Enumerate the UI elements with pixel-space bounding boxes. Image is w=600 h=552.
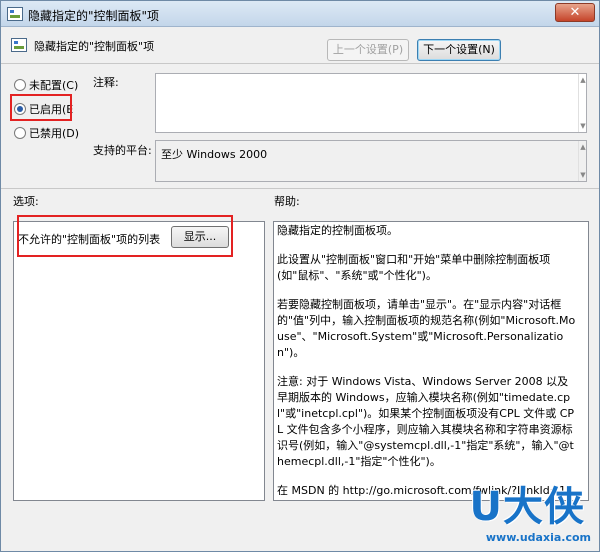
platform-value: 至少 Windows 2000 bbox=[161, 148, 268, 161]
title-bar: 隐藏指定的"控制面板"项 ✕ bbox=[1, 1, 599, 27]
section-divider bbox=[1, 188, 599, 189]
previous-setting-button[interactable]: 上一个设置(P) bbox=[327, 39, 409, 61]
window-title: 隐藏指定的"控制面板"项 bbox=[28, 9, 160, 23]
watermark-brand: U大侠 bbox=[469, 484, 585, 530]
help-label: 帮助: bbox=[274, 195, 300, 208]
highlight-box-enabled bbox=[10, 94, 72, 121]
options-label: 选项: bbox=[13, 195, 39, 208]
radio-label: 未配置(C) bbox=[29, 79, 79, 92]
policy-icon bbox=[7, 7, 23, 21]
radio-disabled[interactable]: 已禁用(D) bbox=[14, 125, 79, 141]
policy-window: 隐藏指定的"控制面板"项 ✕ 隐藏指定的"控制面板"项 上一个设置(P) 下一个… bbox=[0, 0, 600, 552]
radio-button[interactable] bbox=[14, 79, 26, 91]
help-paragraph: 隐藏指定的控制面板项。 bbox=[277, 224, 398, 237]
help-text: 隐藏指定的控制面板项。 此设置从"控制面板"窗口和"开始"菜单中删除控制面板项(… bbox=[277, 223, 579, 500]
help-panel: 隐藏指定的控制面板项。 此设置从"控制面板"窗口和"开始"菜单中删除控制面板项(… bbox=[273, 221, 589, 501]
platform-scrollbar[interactable]: ▲ ▼ bbox=[578, 141, 586, 181]
watermark-logo: U大侠 www.udaxia.com bbox=[453, 474, 593, 546]
comment-scrollbar[interactable]: ▲ ▼ bbox=[578, 74, 586, 132]
scroll-up-icon[interactable]: ▲ bbox=[579, 143, 587, 151]
scroll-down-icon[interactable]: ▼ bbox=[579, 122, 587, 130]
next-setting-button[interactable]: 下一个设置(N) bbox=[417, 39, 501, 61]
policy-title: 隐藏指定的"控制面板"项 bbox=[34, 40, 155, 53]
highlight-box-options bbox=[17, 215, 233, 257]
radio-label: 已禁用(D) bbox=[29, 127, 80, 140]
comment-label: 注释: bbox=[93, 76, 119, 89]
scroll-up-icon[interactable]: ▲ bbox=[579, 76, 587, 84]
help-paragraph: 此设置从"控制面板"窗口和"开始"菜单中删除控制面板项(如"鼠标"、"系统"或"… bbox=[277, 253, 551, 282]
policy-setting-icon bbox=[11, 38, 27, 52]
radio-button[interactable] bbox=[14, 127, 26, 139]
scroll-down-icon[interactable]: ▼ bbox=[579, 171, 587, 179]
header-divider bbox=[1, 63, 599, 64]
help-paragraph: 若要隐藏控制面板项，请单击"显示"。在"显示内容"对话框的"值"列中，输入控制面… bbox=[277, 298, 576, 359]
close-button[interactable]: ✕ bbox=[555, 3, 595, 22]
platform-label: 支持的平台: bbox=[93, 144, 152, 157]
comment-field[interactable]: ▲ ▼ bbox=[155, 73, 587, 133]
watermark-url: www.udaxia.com bbox=[485, 531, 591, 544]
radio-not-configured[interactable]: 未配置(C) bbox=[14, 77, 78, 93]
platform-field: 至少 Windows 2000 ▲ ▼ bbox=[155, 140, 587, 182]
help-paragraph: 注意: 对于 Windows Vista、Windows Server 2008… bbox=[277, 375, 575, 468]
options-panel: 不允许的"控制面板"项的列表 显示... bbox=[13, 221, 265, 501]
